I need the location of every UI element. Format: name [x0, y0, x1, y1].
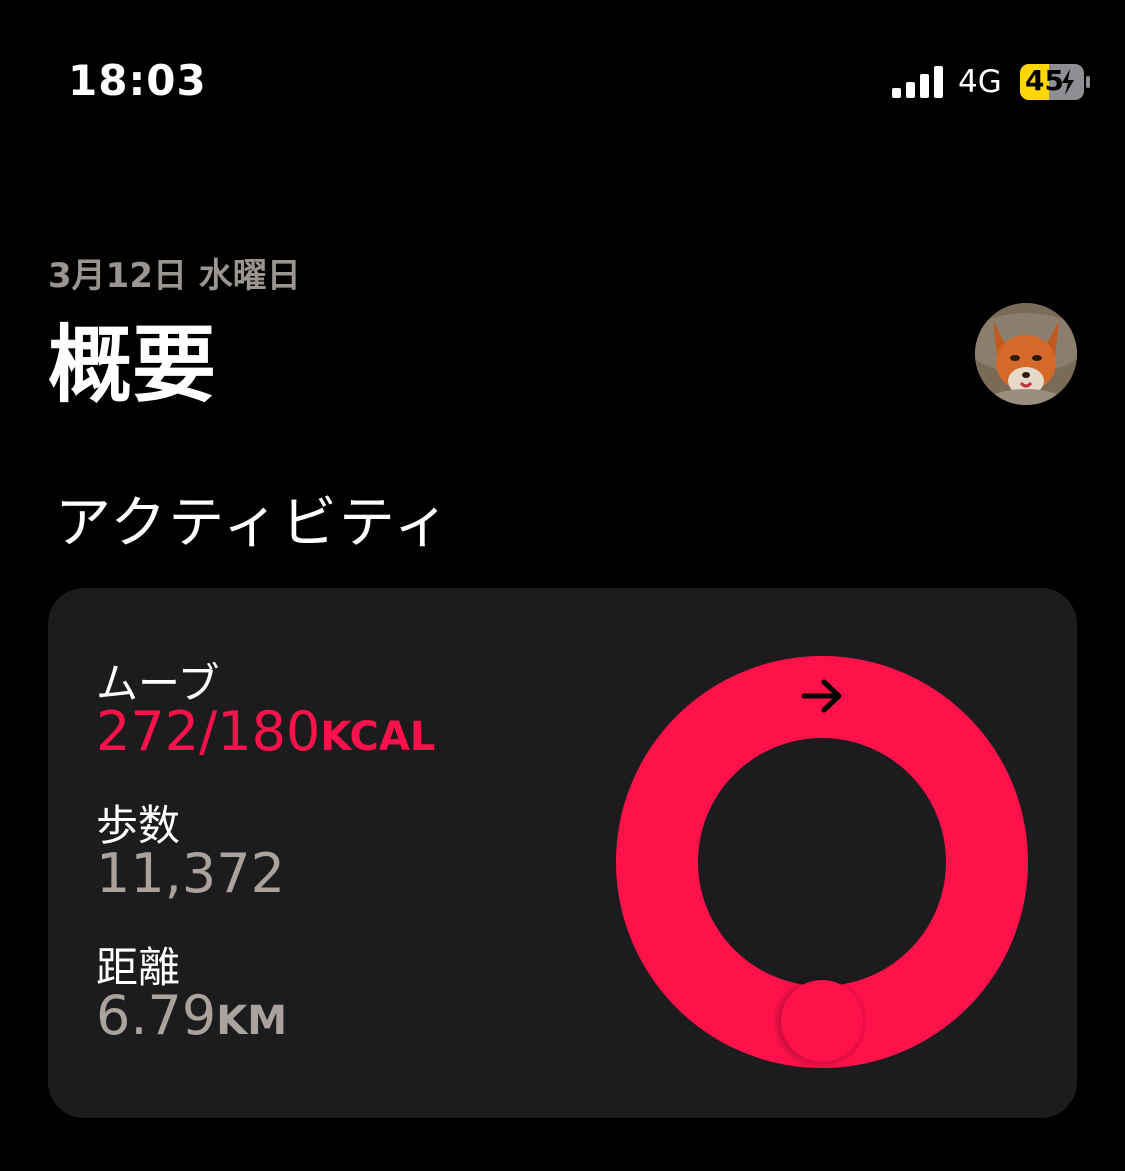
network-label: 4G	[958, 64, 1002, 100]
avatar[interactable]	[975, 303, 1077, 405]
distance-value-row: 6.79KM	[96, 984, 287, 1047]
distance-value: 6.79	[96, 984, 217, 1047]
steps-value: 11,372	[96, 842, 285, 905]
status-bar: 18:03 4G 45	[0, 0, 1125, 150]
move-value: 272/180	[96, 700, 321, 763]
battery-level: 45	[1025, 64, 1064, 97]
page-title: 概要	[48, 316, 217, 414]
section-title-activity[interactable]: アクティビティ	[55, 478, 451, 559]
fox-avatar-icon	[975, 303, 1077, 405]
move-ring-cap	[781, 980, 863, 1062]
status-time: 18:03	[68, 56, 207, 105]
signal-bars-icon	[892, 66, 943, 98]
move-ring	[616, 656, 1028, 1070]
move-unit: KCAL	[320, 714, 436, 760]
distance-unit: KM	[216, 998, 288, 1044]
date-label: 3月12日 水曜日	[48, 256, 301, 296]
move-value-row: 272/180KCAL	[96, 700, 435, 763]
